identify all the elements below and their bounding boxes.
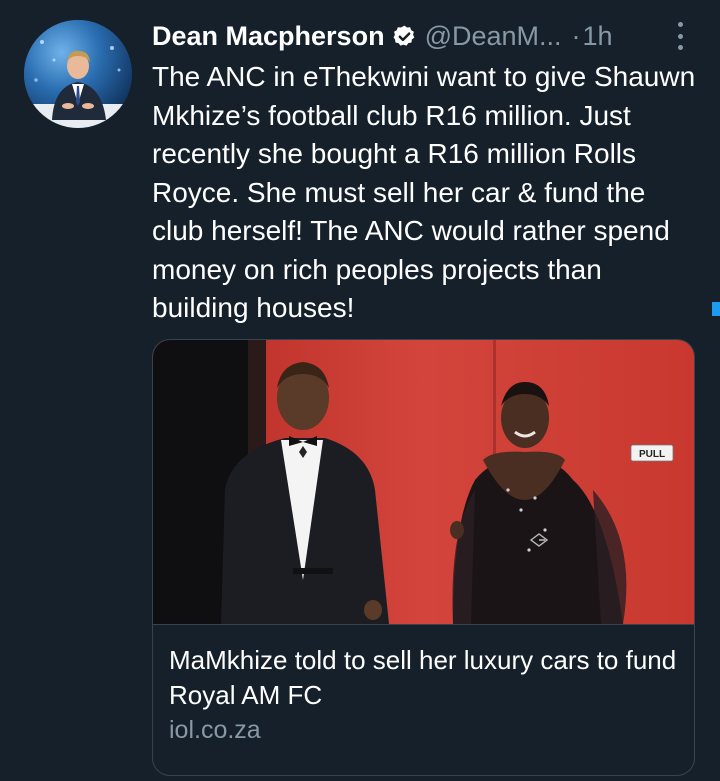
link-preview-card[interactable]: PULL MaMkhize told to sell her luxury ca… bbox=[152, 339, 695, 776]
tweet[interactable]: Dean Macpherson @DeanM... · 1h The ANC i… bbox=[0, 0, 720, 781]
time-separator: · bbox=[571, 20, 581, 51]
avatar-photo bbox=[24, 20, 132, 128]
tweet-text: The ANC in eThekwini want to give Shauwn… bbox=[152, 61, 696, 323]
more-options-icon[interactable] bbox=[670, 22, 690, 50]
link-preview-domain: iol.co.za bbox=[169, 716, 261, 744]
avatar[interactable] bbox=[24, 20, 132, 128]
link-preview-meta[interactable]: MaMkhize told to sell her luxury cars to… bbox=[153, 624, 694, 775]
link-preview-image: PULL bbox=[153, 340, 694, 624]
author-handle[interactable]: @DeanM... bbox=[425, 21, 562, 52]
author-name[interactable]: Dean Macpherson bbox=[152, 21, 385, 52]
verified-badge-icon bbox=[392, 24, 417, 49]
tweet-timestamp[interactable]: 1h bbox=[583, 21, 613, 52]
pull-sign-text: PULL bbox=[639, 449, 665, 460]
scroll-marker bbox=[712, 302, 720, 316]
tweet-header: Dean Macpherson @DeanM... · 1h bbox=[152, 16, 690, 56]
link-preview-title[interactable]: MaMkhize told to sell her luxury cars to… bbox=[169, 643, 679, 713]
